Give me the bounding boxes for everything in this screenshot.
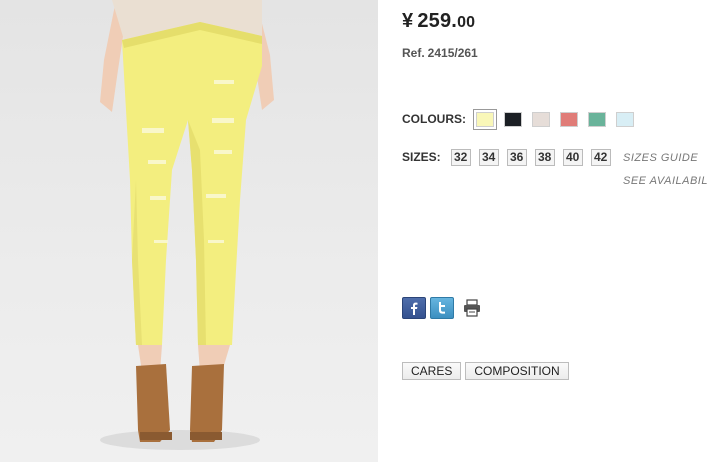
colour-swatch-light-blue[interactable]: [616, 111, 634, 127]
sizes-guide-link[interactable]: SIZES GUIDE: [623, 152, 698, 164]
twitter-icon[interactable]: [430, 297, 454, 319]
colour-swatch-green[interactable]: [588, 111, 606, 127]
product-reference: Ref. 2415/261: [402, 46, 478, 60]
colour-swatch-black[interactable]: [504, 111, 522, 127]
product-image[interactable]: [0, 0, 378, 462]
price-cents: 00: [457, 14, 476, 31]
sizes-label: SIZES:: [402, 150, 441, 164]
tab-cares[interactable]: CARES: [402, 362, 462, 380]
size-option-42[interactable]: 42: [590, 148, 611, 166]
colour-swatch-coral[interactable]: [560, 111, 578, 127]
size-option-36[interactable]: 36: [506, 148, 527, 166]
printer-icon[interactable]: [461, 298, 483, 318]
colour-swatch-beige[interactable]: [532, 111, 550, 127]
colours-label: COLOURS:: [402, 112, 466, 126]
size-options: 32 34 36 38 40 42: [450, 148, 619, 166]
size-option-38[interactable]: 38: [534, 148, 555, 166]
size-option-40[interactable]: 40: [562, 148, 583, 166]
product-photo-illustration: [100, 0, 274, 450]
price-whole: 259.: [417, 10, 458, 32]
price-currency: ¥: [402, 10, 414, 32]
size-option-32[interactable]: 32: [450, 148, 471, 166]
size-selector: SIZES: 32 34 36 38 40 42: [402, 147, 619, 167]
info-tabs: CARES COMPOSITION: [402, 362, 573, 380]
reference-label: Ref.: [402, 46, 425, 60]
share-bar: [402, 297, 487, 319]
colour-swatches: [473, 108, 644, 130]
colour-swatch-yellow[interactable]: [473, 108, 497, 130]
facebook-icon[interactable]: [402, 297, 426, 319]
size-option-34[interactable]: 34: [478, 148, 499, 166]
tab-composition[interactable]: COMPOSITION: [465, 362, 569, 380]
colour-selector: COLOURS:: [402, 108, 644, 130]
product-price: ¥259.00: [402, 10, 475, 33]
reference-value: 2415/261: [427, 46, 478, 60]
see-availability-link[interactable]: SEE AVAILABIL: [623, 175, 708, 187]
